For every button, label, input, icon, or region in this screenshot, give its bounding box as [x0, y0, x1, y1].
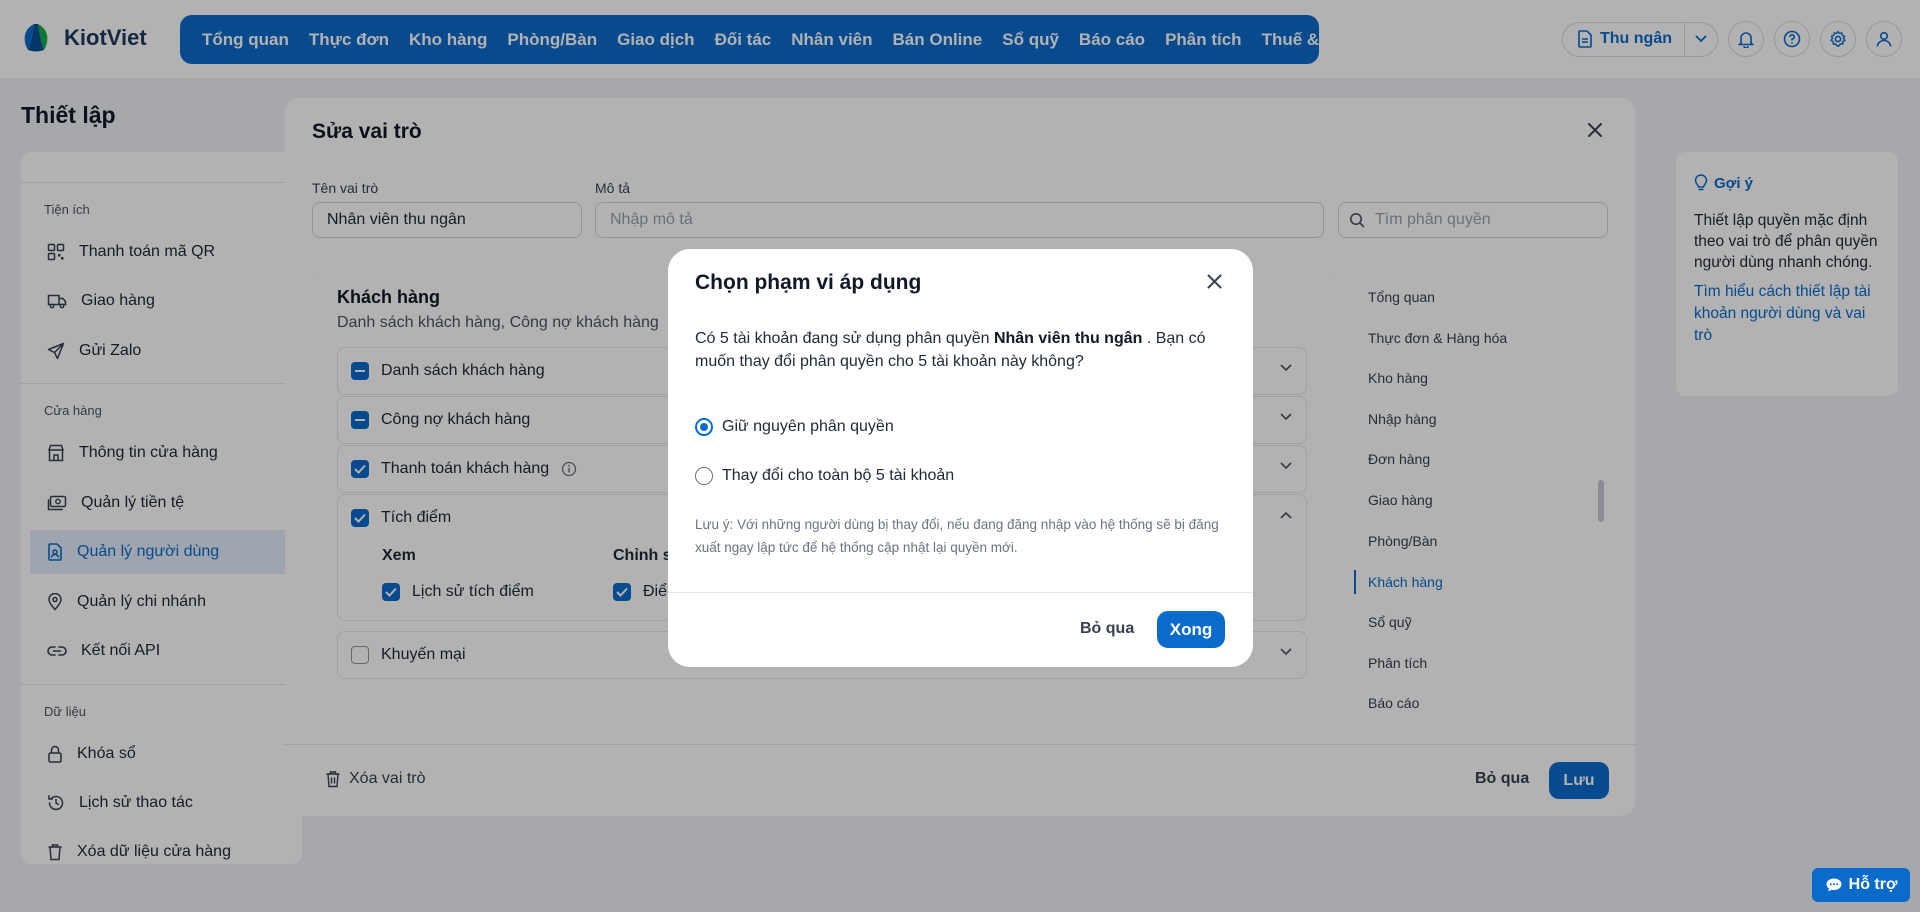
option-label: Giữ nguyên phân quyền [722, 418, 894, 435]
dialog-note: Lưu ý: Với những người dùng bị thay đổi,… [695, 517, 1219, 555]
dialog-cancel-button[interactable]: Bỏ qua [1080, 620, 1134, 638]
divider [668, 592, 1253, 593]
dialog-message-start: Có 5 tài khoản đang sử dụng phân quyền [695, 330, 994, 347]
chat-icon [1825, 877, 1843, 893]
radio-empty-icon[interactable] [695, 467, 713, 485]
dialog-title: Chọn phạm vi áp dụng [695, 271, 922, 294]
support-label: Hỗ trợ [1848, 876, 1898, 893]
close-icon[interactable] [1207, 274, 1222, 289]
radio-selected-icon[interactable] [695, 418, 713, 436]
support-button[interactable]: Hỗ trợ [1812, 868, 1910, 902]
scope-dialog: Chọn phạm vi áp dụng Có 5 tài khoản đang… [668, 249, 1253, 667]
role-name-highlight: Nhân viên thu ngân [993, 330, 1143, 347]
option-label: Thay đổi cho toàn bộ 5 tài khoản [722, 467, 955, 484]
option-keep-permissions[interactable]: Giữ nguyên phân quyền [695, 418, 894, 436]
dialog-message: Có 5 tài khoản đang sử dụng phân quyền N… [695, 327, 1230, 373]
dialog-done-button[interactable]: Xong [1157, 611, 1225, 648]
option-change-all-accounts[interactable]: Thay đổi cho toàn bộ 5 tài khoản [695, 467, 954, 485]
